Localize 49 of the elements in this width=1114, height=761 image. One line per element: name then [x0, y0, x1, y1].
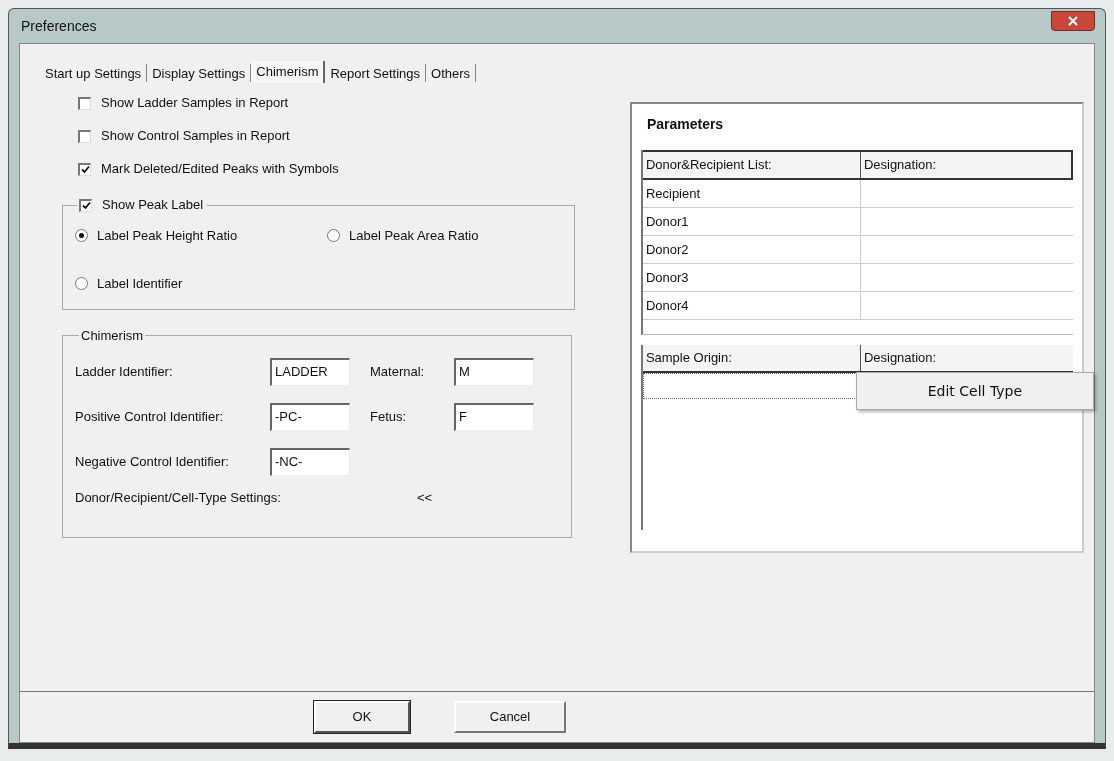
checkbox[interactable] — [78, 129, 91, 143]
checkbox-label: Show Peak Label — [102, 196, 204, 215]
tab[interactable]: Chimerism — [251, 60, 326, 83]
close-icon — [1068, 16, 1078, 26]
field-label: Fetus: — [370, 407, 408, 426]
dialog-button[interactable]: OK — [314, 701, 410, 733]
checkbox[interactable] — [79, 198, 92, 212]
radio-button[interactable] — [327, 229, 340, 243]
table-cell[interactable]: Donor2 — [642, 236, 861, 263]
group-title: Chimerism — [80, 327, 145, 345]
menu-item[interactable]: Edit Cell Type — [927, 380, 1023, 402]
field-label: Ladder Identifier: — [75, 362, 174, 381]
column-header[interactable]: Designation: — [860, 345, 1073, 371]
text-field[interactable]: F — [454, 402, 534, 431]
field-label: Negative Control Identifier: — [75, 452, 230, 471]
radio-label: Label Peak Area Ratio — [349, 227, 479, 245]
panel-title: Parameters — [645, 115, 725, 134]
checkbox-label: Show Control Samples in Report — [101, 127, 290, 146]
field-label: Maternal: — [370, 362, 426, 381]
tab[interactable]: Others — [426, 64, 477, 82]
text-field[interactable]: M — [454, 357, 534, 386]
column-header[interactable]: Sample Origin: — [642, 345, 861, 371]
radio-button[interactable] — [75, 229, 88, 243]
table-cell[interactable]: Recipient — [642, 180, 861, 207]
collapse-button[interactable]: << — [415, 487, 435, 507]
text-field[interactable]: -NC- — [270, 447, 350, 476]
table-cell[interactable]: Donor1 — [642, 208, 861, 235]
checkbox[interactable] — [78, 96, 91, 110]
column-header[interactable]: Donor&Recipient List: — [642, 152, 861, 178]
field-label: Positive Control Identifier: — [75, 407, 225, 426]
text-field[interactable]: LADDER — [270, 357, 350, 386]
table-cell[interactable]: Donor3 — [642, 264, 861, 291]
check-icon — [81, 201, 91, 210]
radio-button[interactable] — [75, 276, 88, 290]
checkbox[interactable] — [78, 162, 91, 176]
checkbox-label: Show Ladder Samples in Report — [101, 94, 289, 113]
close-button[interactable] — [1051, 11, 1095, 31]
column-header[interactable]: Designation: — [860, 152, 1071, 178]
checkbox-label: Mark Deleted/Edited Peaks with Symbols — [101, 160, 339, 179]
check-icon — [80, 165, 90, 174]
dialog-button[interactable]: Cancel — [454, 701, 566, 733]
text-field[interactable]: -PC- — [270, 402, 350, 431]
tab[interactable]: Report Settings — [325, 64, 427, 82]
window-title: Preferences — [20, 16, 97, 36]
tab[interactable]: Start up Settings — [40, 64, 148, 82]
radio-label: Label Identifier — [97, 274, 183, 293]
settings-label: Donor/Recipient/Cell-Type Settings: — [75, 488, 282, 507]
radio-label: Label Peak Height Ratio — [97, 227, 238, 245]
table-cell[interactable]: Donor4 — [642, 292, 861, 319]
